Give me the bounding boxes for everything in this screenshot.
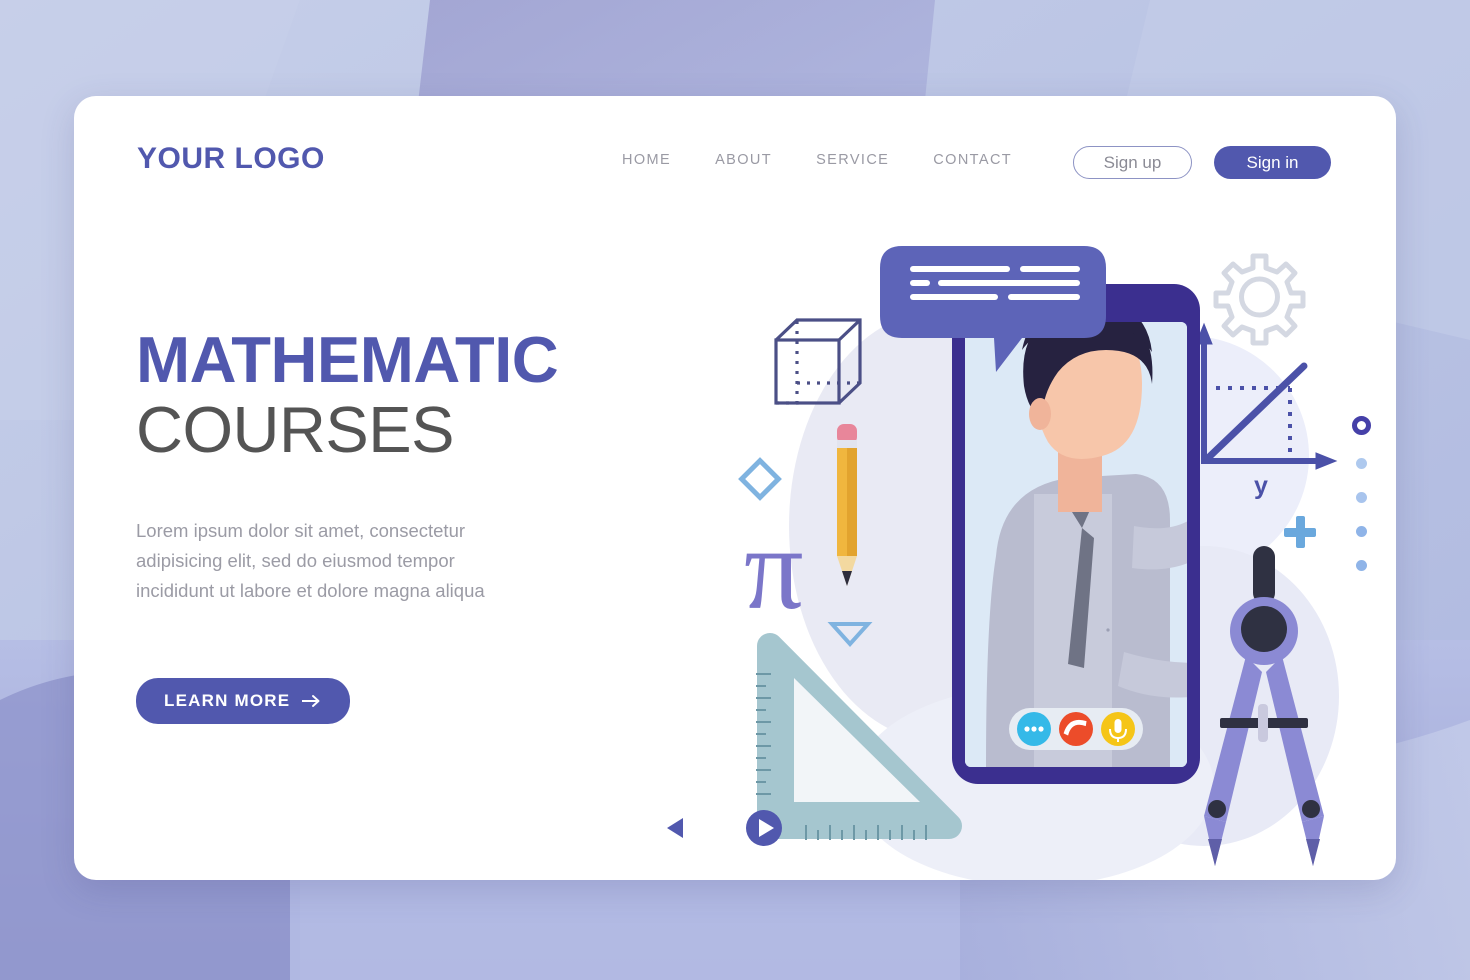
hero-card: YOUR LOGO HOME ABOUT SERVICE CONTACT Sig…: [74, 96, 1396, 880]
microphone-button[interactable]: [1101, 712, 1135, 746]
learn-more-button[interactable]: LEARN MORE: [136, 677, 351, 724]
page-title-primary: MATHEMATIC: [136, 323, 559, 396]
hang-up-button[interactable]: [1059, 712, 1093, 746]
brand-logo[interactable]: YOUR LOGO: [137, 142, 325, 176]
chat-button[interactable]: [1017, 712, 1051, 746]
page-title-secondary: COURSES: [136, 392, 454, 466]
pi-symbol-icon: π: [744, 503, 804, 634]
learn-more-label: LEARN MORE: [164, 690, 291, 710]
diamond-icon: [738, 457, 782, 501]
nav-item-home[interactable]: HOME: [622, 152, 671, 168]
site-header: YOUR LOGO HOME ABOUT SERVICE CONTACT Sig…: [74, 96, 1396, 226]
pencil-icon: [837, 424, 857, 586]
pagination-dot-3[interactable]: [1356, 492, 1367, 503]
main-navigation: HOME ABOUT SERVICE CONTACT: [622, 152, 1012, 168]
nav-item-contact[interactable]: CONTACT: [933, 152, 1012, 168]
hero-paragraph: Lorem ipsum dolor sit amet, consectetur …: [136, 519, 485, 601]
pagination-dot-2[interactable]: [1356, 458, 1367, 469]
hero-text-block: MATHEMATIC COURSES Lorem ipsum dolor sit…: [136, 323, 696, 724]
pagination-dot-1[interactable]: [1352, 416, 1371, 435]
nav-item-about[interactable]: ABOUT: [715, 152, 772, 168]
call-controls-bar: [1009, 708, 1143, 750]
gear-icon: [1213, 253, 1306, 346]
sign-in-button[interactable]: Sign in: [1214, 146, 1331, 179]
sign-up-button[interactable]: Sign up: [1073, 146, 1192, 179]
slide-pagination: [1352, 416, 1371, 571]
carousel-controls: [662, 808, 784, 848]
previous-slide-button[interactable]: [662, 813, 692, 843]
pagination-dot-5[interactable]: [1356, 560, 1367, 571]
graph-y-label: y: [1254, 472, 1268, 500]
pagination-dot-4[interactable]: [1356, 526, 1367, 537]
math-courses-illustration: π y: [738, 246, 1339, 880]
nav-item-service[interactable]: SERVICE: [816, 152, 889, 168]
arrow-right-icon: [302, 694, 320, 707]
play-slide-button[interactable]: [744, 808, 784, 848]
